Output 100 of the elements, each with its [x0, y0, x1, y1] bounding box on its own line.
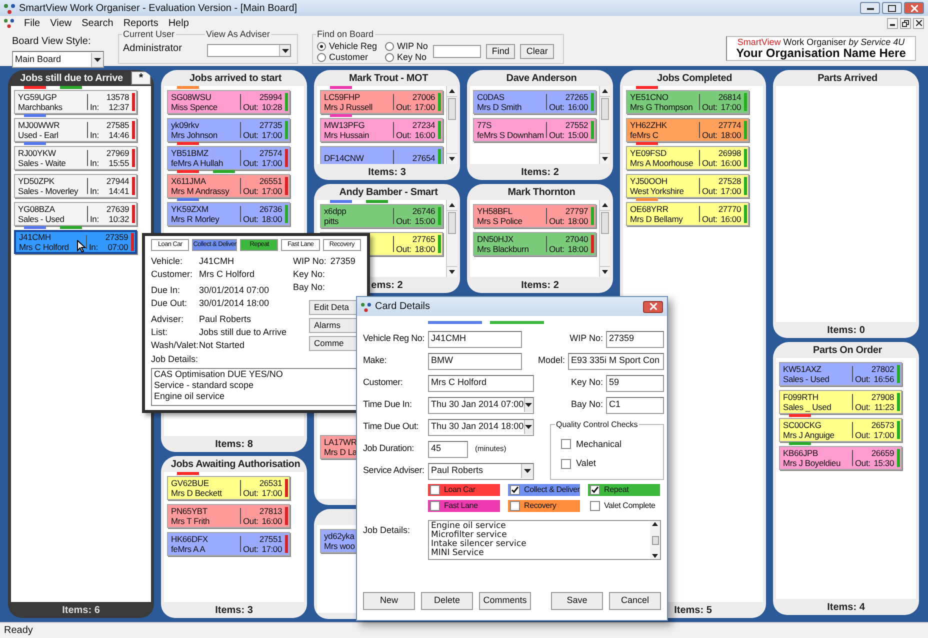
scroll-thumb[interactable] — [652, 536, 658, 544]
dropdown-field[interactable]: Thu 30 Jan 2014 07:00 — [428, 396, 534, 414]
scrollbar[interactable] — [650, 521, 660, 559]
job-card[interactable]: LC59FHP Mrs J Russell 27006 Out: 17:00 — [320, 90, 443, 114]
job-card[interactable]: YG08BZA Sales - Used 27639 In: 10:32 — [14, 202, 137, 226]
toolbar-button[interactable]: Clear — [520, 44, 554, 58]
checkbox[interactable] — [510, 485, 520, 495]
job-card[interactable]: HK66DFX feMrs A A 27551 Out: 17:00 — [167, 532, 290, 556]
checkbox[interactable] — [430, 501, 440, 511]
input-field[interactable]: Mrs C Holford — [428, 374, 534, 392]
job-card[interactable]: x6dpp pitts 26746 Out: 15:00 — [320, 204, 443, 228]
job-card[interactable]: DN50HJX Mrs Blackburn 27040 Out: 18:00 — [473, 232, 596, 256]
input-field[interactable]: C1 — [606, 396, 664, 414]
job-card[interactable]: yk09rkv Mrs Johnson 27735 Out: 17:00 — [167, 118, 290, 142]
checkbox[interactable] — [561, 439, 571, 450]
toolbar-button[interactable]: Find — [486, 44, 516, 58]
input-field[interactable]: J41CMH — [428, 330, 522, 348]
scrollbar[interactable] — [599, 200, 610, 277]
minimize-button[interactable] — [860, 2, 880, 14]
scroll-thumb[interactable] — [601, 212, 609, 234]
checkbox[interactable] — [561, 458, 571, 469]
wip-number: 27574 — [259, 148, 282, 158]
job-card[interactable]: KB66JPB Mrs J Boyeldieu 26659 Out: 15:30 — [779, 446, 902, 470]
menu-item[interactable]: Help — [168, 16, 189, 30]
job-card[interactable]: PN65YBT Mrs T Frith 27813 Out: 16:00 — [167, 504, 290, 528]
flag-option[interactable]: Loan Car — [428, 484, 500, 496]
checkbox[interactable] — [590, 485, 600, 495]
job-card[interactable]: YJ50OOH West Yorkshire 27528 Out: 17:00 — [626, 174, 749, 198]
dialog-button[interactable]: Cancel — [609, 592, 661, 610]
time-label: Out: — [396, 244, 412, 254]
checkbox[interactable] — [430, 485, 440, 495]
vehicle-reg: KW51AXZ — [783, 364, 822, 374]
job-card[interactable]: YE51CNO Mrs G Thompson 26814 Out: 17:00 — [626, 90, 749, 114]
dropdown-field[interactable]: Main Board — [12, 51, 104, 68]
job-card[interactable]: YK59ZXM Mrs R Morley 26736 Out: 18:00 — [167, 202, 290, 226]
maximize-button[interactable] — [882, 2, 902, 14]
star-button[interactable]: * — [131, 71, 151, 85]
flag-option[interactable]: Fast Lane — [428, 500, 500, 512]
dropdown-field[interactable]: Thu 30 Jan 2014 18:00 — [428, 418, 534, 436]
scrollbar[interactable] — [599, 86, 610, 164]
input-field[interactable]: BMW — [428, 352, 522, 370]
dialog-button[interactable]: New — [363, 592, 415, 610]
search-field[interactable] — [432, 44, 481, 58]
menu-item[interactable]: File — [24, 16, 40, 30]
radio-button[interactable] — [385, 42, 394, 50]
job-card[interactable]: YH58BFL Mrs S Police 27797 Out: 18:00 — [473, 204, 596, 228]
input-field[interactable]: 59 — [606, 374, 664, 392]
vehicle-reg: DF14CNW — [324, 153, 364, 163]
job-card[interactable]: DF14CNW 27654 — [320, 146, 443, 164]
radio-button[interactable] — [385, 52, 394, 62]
checkbox[interactable] — [590, 501, 600, 511]
dialog-button[interactable]: Save — [551, 592, 603, 610]
job-card[interactable]: YB51BMZ feMrs A Hullah 27574 Out: 17:00 — [167, 146, 290, 170]
close-button[interactable] — [643, 300, 663, 312]
input-field[interactable]: 45 — [428, 440, 468, 458]
job-details-field[interactable]: Engine oil service Microfilter service Intake silencer service MINI Service — [428, 520, 661, 560]
input-field[interactable]: 27359 — [606, 330, 664, 348]
dialog-button[interactable]: Delete — [421, 592, 473, 610]
job-card[interactable]: X611JMA Mrs M Andrassy 26551 Out: 17:00 — [167, 174, 290, 198]
checkbox[interactable] — [510, 501, 520, 511]
job-card[interactable]: 77S feMrs S Downham 27552 Out: 15:00 — [473, 118, 596, 142]
close-button[interactable] — [913, 18, 924, 28]
job-card[interactable]: YD50ZPK Sales - Moverley 27944 In: 14:41 — [14, 174, 137, 198]
radio-button[interactable] — [317, 42, 326, 50]
menu-item[interactable]: Search — [82, 16, 114, 30]
radio-button[interactable] — [317, 52, 326, 62]
job-card[interactable]: MJ00WWR Used - Earl 27585 In: 14:46 — [14, 118, 137, 142]
job-card[interactable]: RJ00YKW Sales - Waite 27969 In: 15:55 — [14, 146, 137, 170]
job-card[interactable]: SC00CKG Mrs J Anguige 26573 Out: 17:00 — [779, 418, 902, 442]
scroll-down-icon — [449, 157, 455, 161]
dropdown-field[interactable]: Paul Roberts — [428, 462, 534, 480]
job-card[interactable]: F099RTH Sales _ Used 27908 Out: 11:23 — [779, 390, 902, 414]
job-card[interactable]: YH62ZHK feMrs C 27774 Out: 18:00 — [626, 118, 749, 142]
minimize-button[interactable] — [887, 18, 898, 28]
job-card[interactable]: MW13PFG Mrs Hussain 27234 Out: 16:00 — [320, 118, 443, 142]
flag-option[interactable]: Collect & Deliver — [508, 484, 580, 496]
job-card[interactable]: J41CMH Mrs C Holford 27359 In: 07:00 — [14, 230, 137, 254]
job-card[interactable]: GV62BUE Mrs D Beckett 26531 Out: 17:00 — [167, 476, 290, 500]
scroll-thumb[interactable] — [601, 98, 609, 120]
scroll-thumb[interactable] — [448, 98, 456, 120]
dropdown-field[interactable] — [207, 44, 291, 57]
menu-item[interactable]: View — [50, 16, 72, 30]
menu-item[interactable]: Reports — [123, 16, 158, 30]
flag-option[interactable]: Valet Complete — [588, 500, 660, 512]
job-card[interactable]: SG08WSU Miss Spence 25994 Out: 10:28 — [167, 90, 290, 114]
job-card[interactable]: YG59UGP Marchbanks 13578 In: 12:37 — [14, 90, 137, 114]
wip-number: 26998 — [718, 148, 741, 158]
job-card[interactable]: YE09FSD Mrs A Moorhouse 26998 Out: 16:00 — [626, 146, 749, 170]
dialog-button[interactable]: Comments — [479, 592, 531, 610]
scrollbar[interactable] — [446, 200, 457, 277]
job-card[interactable]: C0DAS Mrs D Smith 27265 Out: 16:00 — [473, 90, 596, 114]
scrollbar[interactable] — [446, 86, 457, 164]
flag-option[interactable]: Repeat — [588, 484, 660, 496]
input-field[interactable]: E93 335i M Sport Con — [568, 352, 664, 370]
scroll-thumb[interactable] — [448, 212, 456, 234]
flag-option[interactable]: Recovery — [508, 500, 580, 512]
restore-button[interactable] — [900, 18, 911, 28]
job-card[interactable]: OE68YRR Mrs D Bellamy 27770 Out: 16:00 — [626, 202, 749, 226]
job-card[interactable]: KW51AXZ Sales - Used 27802 Out: 16:56 — [779, 362, 902, 386]
customer-name: pitts — [324, 216, 339, 226]
